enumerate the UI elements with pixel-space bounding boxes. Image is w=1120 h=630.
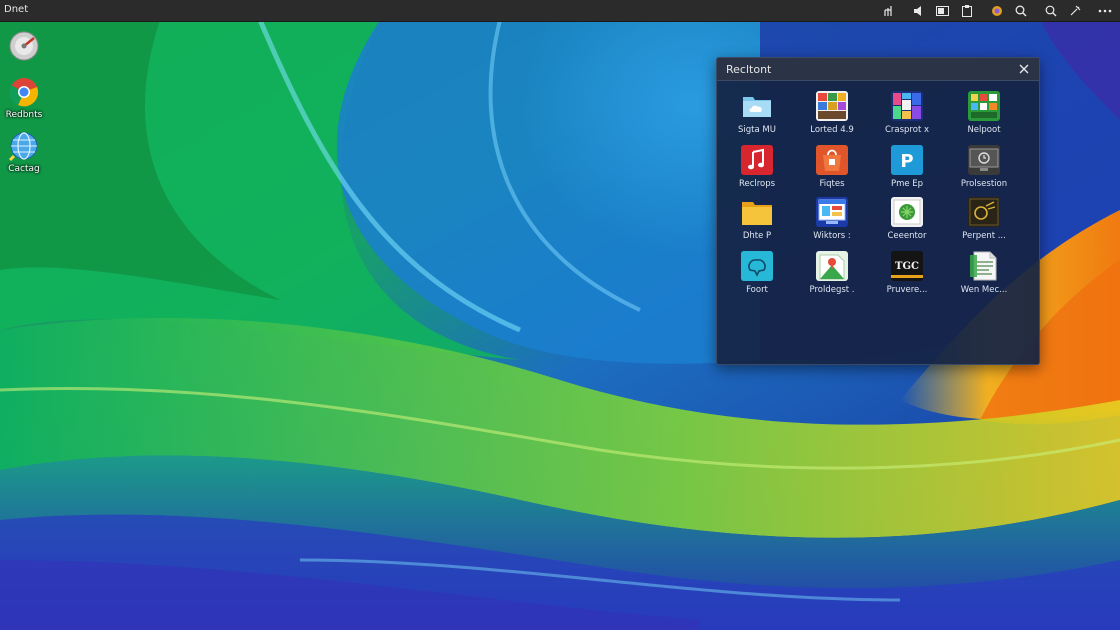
dark-tile-icon [968, 197, 1000, 227]
zoom-icon[interactable] [1044, 4, 1058, 18]
search-icon[interactable] [1014, 4, 1028, 18]
tools-icon[interactable] [1068, 4, 1082, 18]
desktop: Dnet Redbnts Cactag Recltont Sigta MU Lo… [0, 0, 1120, 630]
desktop-icon-browser[interactable]: Redbnts [0, 76, 48, 121]
disk-icon [8, 30, 40, 62]
network-icon[interactable] [882, 4, 896, 18]
top-panel: Dnet [0, 0, 1120, 22]
battery-icon[interactable] [936, 4, 950, 18]
app-tile[interactable]: Perpent ... [946, 197, 1022, 242]
bag-icon [816, 145, 848, 175]
tiles-icon [891, 91, 923, 121]
app-tile[interactable]: Lorted 4.9 [794, 91, 870, 136]
close-icon[interactable] [1016, 61, 1032, 77]
app-label: Crasprot x [884, 125, 930, 135]
desktop-icon-label: Redbnts [5, 110, 43, 120]
photo-icon [891, 197, 923, 227]
app-label: Dhte P [742, 231, 772, 241]
document-icon [968, 251, 1000, 281]
system-tray [872, 0, 1112, 21]
app-label: Prolsestion [960, 179, 1008, 189]
app-label: Foort [746, 285, 768, 295]
monitor-icon [968, 145, 1000, 175]
app-tile[interactable]: Fiqtes [794, 145, 870, 190]
app-label: Proldegst . [809, 285, 855, 295]
app-label: Fiqtes [819, 179, 845, 189]
window-title: Recltont [726, 63, 772, 76]
volume-icon[interactable] [912, 4, 926, 18]
app-tile[interactable]: Reclrops [719, 145, 795, 190]
app-label: Wiktors : [813, 231, 851, 241]
tgc-icon: TGC [891, 251, 923, 281]
app-tile[interactable]: Sigta MU [719, 91, 795, 136]
globe-icon [8, 130, 40, 162]
app-label: Ceeentor [887, 231, 927, 241]
more-icon[interactable] [1098, 4, 1112, 18]
folder-icon [741, 197, 773, 227]
app-tile[interactable]: Dhte P [719, 197, 795, 242]
app-tile[interactable]: Proldegst . [794, 251, 870, 296]
app-label: Perpent ... [962, 231, 1006, 241]
app-tile[interactable]: P Pme Ep [869, 145, 945, 190]
app-tile[interactable]: Wen Mec... [946, 251, 1022, 296]
app-label: Wen Mec... [960, 285, 1008, 295]
app-label: Lorted 4.9 [810, 125, 854, 135]
map-icon [816, 251, 848, 281]
color-picker-icon[interactable] [990, 4, 1004, 18]
cloud-folder-icon [741, 91, 773, 121]
clipboard-icon[interactable] [960, 4, 974, 18]
cyan-tile-icon [741, 251, 773, 281]
desktop-icon-globe[interactable]: Cactag [0, 130, 48, 175]
p-icon: P [891, 145, 923, 175]
app-label: Sigta MU [738, 125, 776, 135]
window-titlebar[interactable]: Recltont [717, 58, 1039, 81]
green-grid-icon [968, 91, 1000, 121]
desktop-icon-label: Cactag [8, 164, 40, 174]
app-tile[interactable]: Nelpoot [946, 91, 1022, 136]
app-label: Nelpoot [967, 125, 1001, 135]
desktop-icon-disk[interactable] [0, 30, 48, 62]
browser-icon [8, 76, 40, 108]
app-label: Pme Ep [890, 179, 924, 189]
app-tile[interactable]: TGC Pruvere... [869, 251, 945, 296]
app-tile[interactable]: Crasprot x [869, 91, 945, 136]
app-tile[interactable]: Ceeentor [869, 197, 945, 242]
media-grid-icon [816, 91, 848, 121]
p-icon-text: P [900, 151, 913, 172]
app-label: Pruvere... [886, 285, 928, 295]
tgc-icon-text: TGC [895, 261, 919, 272]
app-tile[interactable]: Foort [719, 251, 795, 296]
app-label: Reclrops [738, 179, 776, 189]
desktop-window-icon [816, 197, 848, 227]
app-tile[interactable]: Wiktors : [794, 197, 870, 242]
active-app-label[interactable]: Dnet [4, 4, 28, 16]
music-icon [741, 145, 773, 175]
app-tile[interactable]: Prolsestion [946, 145, 1022, 190]
app-launcher-window: Recltont Sigta MU Lorted 4.9 Crasprot x … [716, 57, 1040, 365]
